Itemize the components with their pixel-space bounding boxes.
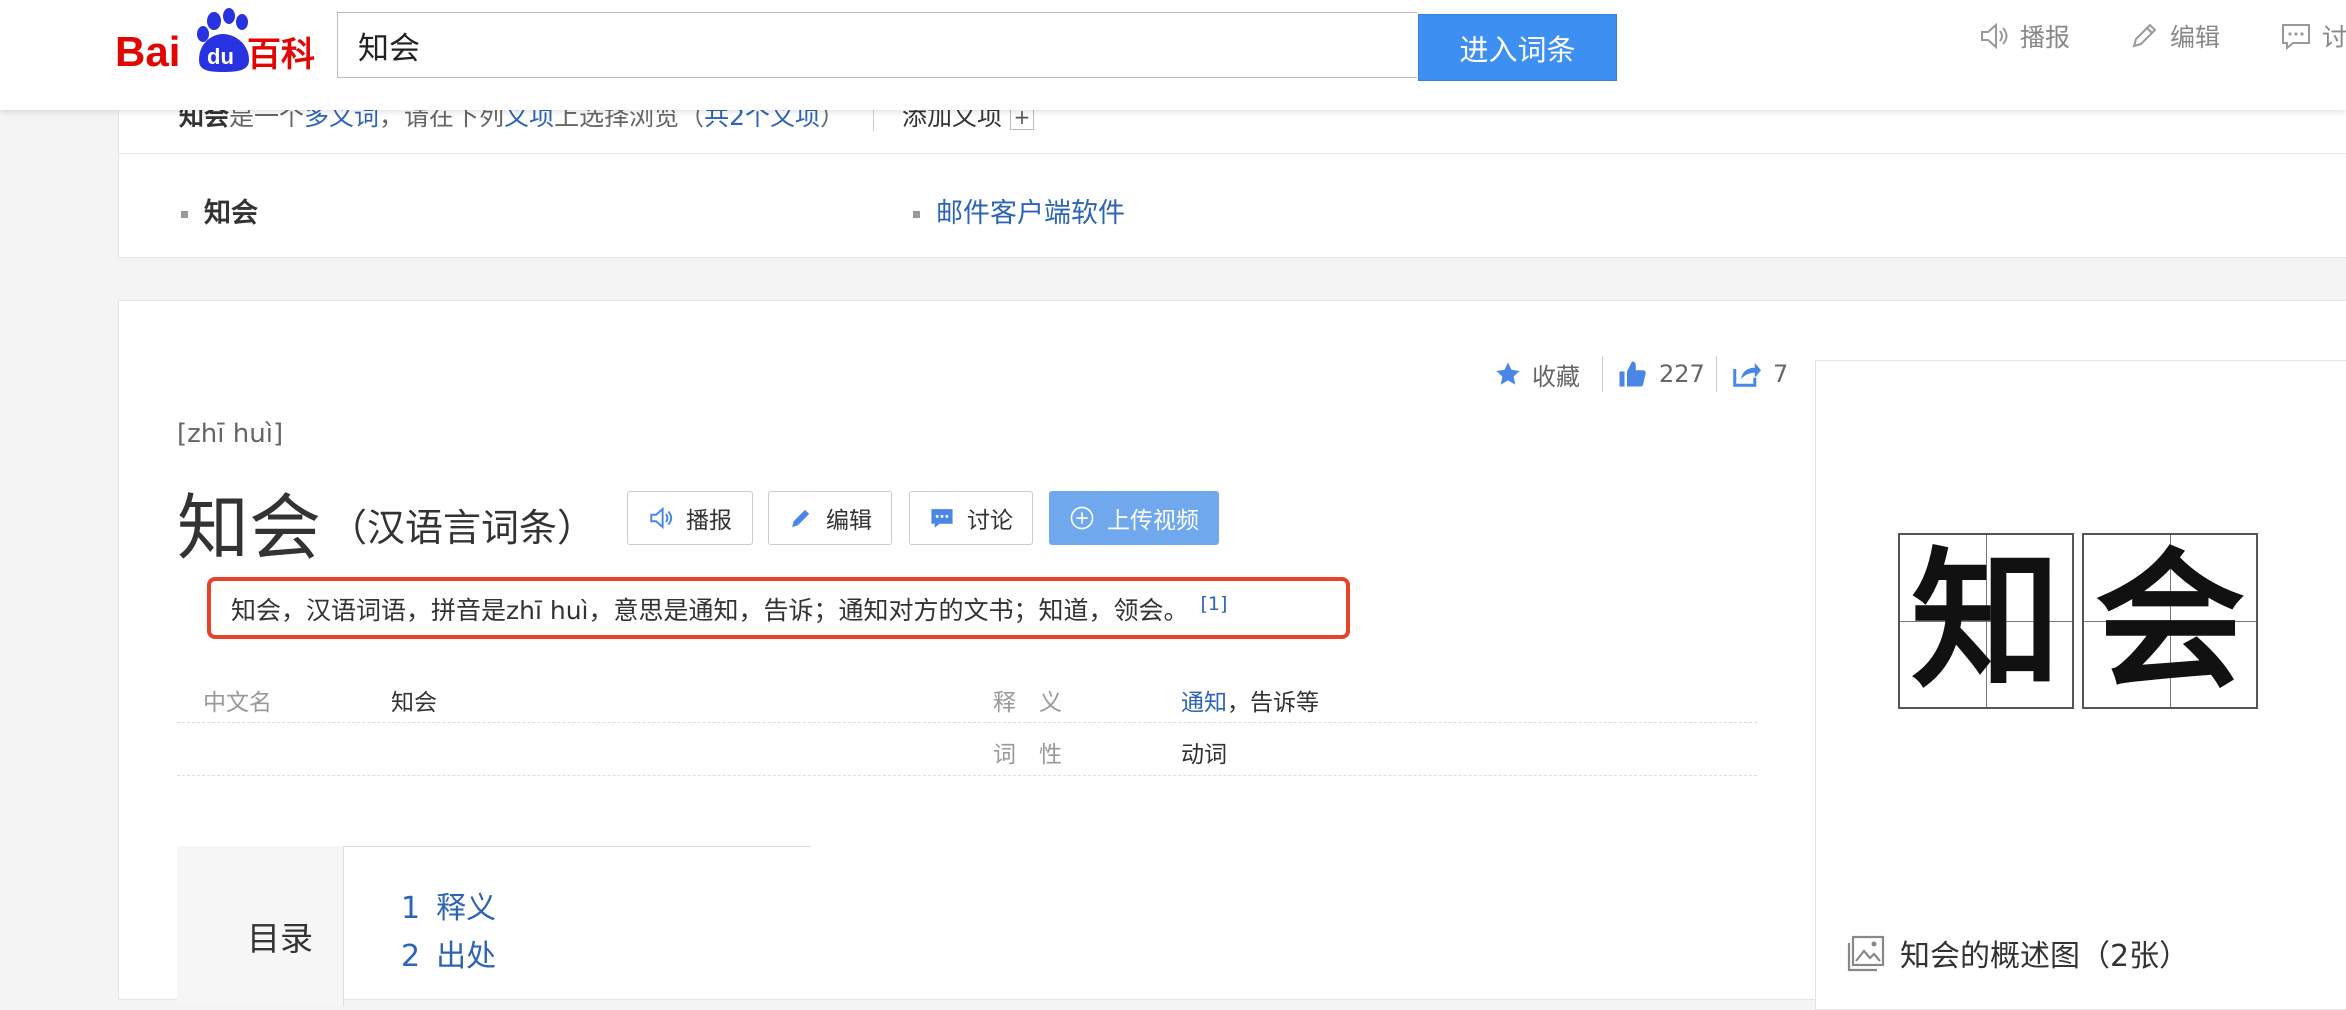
entry-subtitle: （汉语言词条）: [329, 506, 596, 550]
toc-item-number: 1: [401, 891, 421, 926]
share-icon: [1733, 362, 1761, 387]
comment-icon: [2282, 24, 2310, 51]
star-icon: [1496, 362, 1520, 385]
favorite-action[interactable]: 收藏: [1494, 349, 1580, 399]
header-edit-action[interactable]: 编辑: [2128, 18, 2220, 54]
entry-summary: 知会，汉语词语，拼音是zhī huì，意思是通知，告诉；通知对方的文书；知道，领…: [231, 591, 1227, 627]
toc-item-label: 出处: [436, 939, 497, 974]
header-edit-label: 编辑: [2170, 23, 2221, 52]
info-value-name: 知会: [391, 690, 437, 716]
notify-link[interactable]: 通知: [1181, 690, 1227, 716]
summary-image-card[interactable]: 知 会 知会的概述图（2张）: [1815, 360, 2346, 1010]
like-count: 227: [1659, 360, 1705, 388]
info-value-pos: 动词: [1181, 742, 1227, 768]
image-caption-text: 知会的概述图（2张）: [1900, 939, 2190, 974]
header-discuss-action[interactable]: 讨: [2280, 18, 2346, 54]
like-action[interactable]: 227: [1617, 349, 1705, 399]
divider: [177, 775, 1757, 776]
logo-baike-text: 百科: [247, 35, 315, 74]
info-value-meaning: 通知，告诉等: [1181, 683, 1319, 717]
edit-label: 编辑: [826, 508, 872, 534]
sense-label: 邮件客户端软件: [936, 198, 1125, 229]
pinyin: [zhī huì]: [177, 419, 284, 449]
speaker-icon: [1981, 22, 2008, 50]
broadcast-button[interactable]: 播报: [627, 491, 753, 545]
meaning-text: ，告诉等: [1227, 690, 1319, 716]
pencil-icon: [792, 509, 810, 527]
bullet-icon: [181, 211, 188, 218]
discuss-label: 讨论: [967, 508, 1013, 534]
toc-item[interactable]: 1 释义: [401, 883, 496, 927]
upload-video-button[interactable]: 上传视频: [1049, 491, 1219, 545]
share-action[interactable]: 7: [1731, 349, 1788, 399]
divider: [1716, 356, 1717, 392]
header-broadcast-action[interactable]: 播报: [1978, 18, 2070, 54]
toc-item[interactable]: 2 出处: [401, 931, 496, 975]
baidu-baike-logo[interactable]: Bai du 百科: [115, 8, 320, 74]
image-caption[interactable]: 知会的概述图（2张）: [1846, 931, 2189, 975]
table-of-contents: 目录 1 释义 2 出处: [177, 846, 811, 1006]
favorite-label: 收藏: [1532, 362, 1580, 391]
header-discuss-label: 讨: [2322, 23, 2346, 52]
comment-icon: [931, 509, 953, 528]
entry-main: 收藏 227 7 [zhī huì] 知会 （汉语言词条） 播报 编辑 讨论 上…: [118, 300, 2346, 1010]
speaker-icon: [650, 506, 673, 530]
summary-text: 知会，汉语词语，拼音是zhī huì，意思是通知，告诉；通知对方的文书；知道，领…: [231, 596, 1189, 625]
sense-item-current: 知会: [181, 191, 258, 230]
info-label-pos: 词 性: [993, 742, 1062, 768]
entry-title: 知会: [177, 486, 322, 570]
search-input[interactable]: [338, 13, 1417, 77]
header-broadcast-label: 播报: [2020, 23, 2071, 52]
upload-video-label: 上传视频: [1107, 508, 1199, 534]
info-label-name: 中文名: [203, 690, 272, 716]
toc-item-label: 释义: [436, 891, 497, 926]
sense-label: 知会: [204, 198, 258, 229]
polysemy-box: 知会是一个多义词，请在下列义项上选择浏览（共2个义项） 添加义项 + 知会 邮件客户…: [118, 90, 2346, 258]
toc-title: 目录: [247, 919, 313, 958]
character-glyph: 会: [2094, 533, 2245, 709]
top-header: Bai du 百科 进入词条 播报 编辑 讨: [0, 0, 2346, 110]
character-image-hui: 会: [2082, 533, 2258, 709]
plus-circle-icon: [1070, 506, 1094, 530]
toc-item-number: 2: [401, 939, 421, 974]
character-image-zhi: 知: [1898, 533, 2074, 709]
info-label-meaning: 释 义: [993, 690, 1062, 716]
search-box: [337, 12, 1417, 78]
reference-link[interactable]: [1]: [1201, 593, 1228, 615]
broadcast-label: 播报: [686, 508, 732, 534]
gallery-icon: [1847, 935, 1885, 972]
logo-du-text: du: [207, 44, 234, 69]
character-glyph: 知: [1910, 533, 2061, 709]
bullet-icon: [913, 211, 920, 218]
divider: [119, 153, 2346, 154]
divider: [1602, 356, 1603, 392]
pencil-icon: [2132, 23, 2157, 48]
logo-bai-text: Bai: [115, 28, 180, 74]
divider: [177, 722, 1757, 723]
discuss-button[interactable]: 讨论: [909, 491, 1033, 545]
enter-entry-button[interactable]: 进入词条: [1418, 14, 1617, 81]
sense-item-mail-client[interactable]: 邮件客户端软件: [913, 191, 1125, 230]
thumbs-up-icon: [1619, 361, 1646, 387]
edit-button[interactable]: 编辑: [768, 491, 892, 545]
toc-sidebar: 目录: [177, 846, 344, 1006]
share-count: 7: [1773, 360, 1789, 388]
